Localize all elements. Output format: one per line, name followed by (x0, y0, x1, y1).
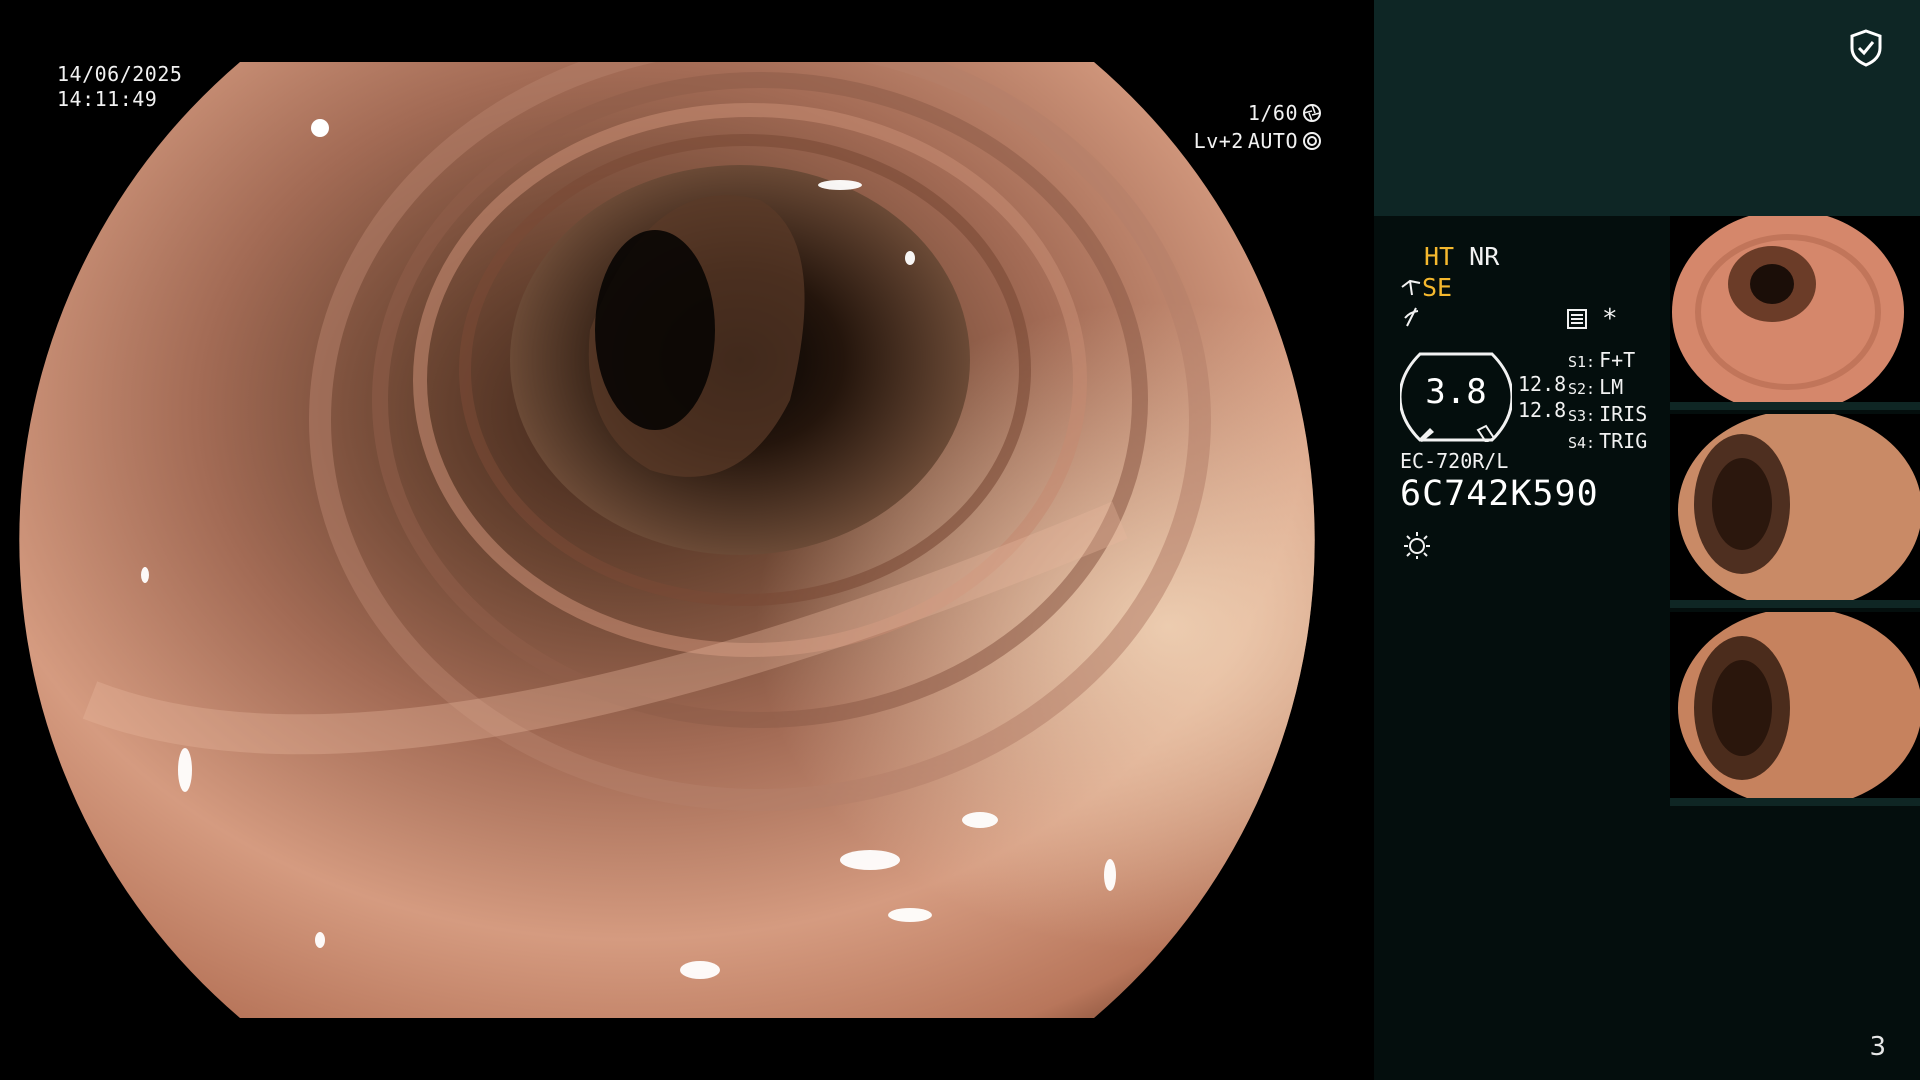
time-text: 14:11:49 (57, 87, 158, 111)
nr-label: NR (1469, 242, 1500, 271)
datetime-readout: 14/06/2025 14:11:49 (57, 62, 182, 112)
status-side-panel: HT NR SE * 3.8 12.8 12.8 S1: F+T S2: LM S3… (1374, 0, 1920, 1080)
thumbnail-3[interactable] (1670, 612, 1920, 806)
endoscope-view: 14/06/2025 14:11:49 1/60 Lv+2 AUTO (0, 0, 1374, 1080)
shutter-text: 1/60 (1247, 100, 1298, 125)
shutter-icon (1303, 104, 1321, 122)
endoscopic-image (19, 62, 1315, 1018)
exposure-readout: 1/60 Lv+2 AUTO (1102, 99, 1322, 155)
switch-row: S3: IRIS (1568, 402, 1648, 426)
scope-model: EC-720R/L (1400, 449, 1509, 473)
mode-se: SE (1400, 273, 1452, 303)
thumbnail-1[interactable] (1670, 216, 1920, 410)
date-text: 14/06/2025 (57, 62, 183, 86)
panel-header (1374, 0, 1920, 216)
ratio-value: 3.8 (1425, 372, 1487, 412)
ratio-2: 12.8 (1518, 398, 1567, 422)
scope-serial: 6C742K590 (1400, 474, 1599, 514)
enhance-icon (1401, 279, 1421, 296)
ht-label: HT (1424, 242, 1455, 271)
switch-row: S4: TRIG (1568, 429, 1648, 453)
iris-icon (1303, 132, 1321, 150)
ratio-1: 12.8 (1518, 372, 1567, 396)
switch-row: S1: F+T (1568, 348, 1636, 372)
settings-list-icon (1567, 309, 1587, 329)
filter-icon (1404, 307, 1419, 327)
level-text: Lv+2 (1193, 128, 1244, 153)
light-icon (1404, 532, 1430, 559)
switch-row: S2: LM (1568, 375, 1624, 399)
iris-text: AUTO (1247, 128, 1298, 153)
thumbnail-count: 3 (1869, 1032, 1886, 1062)
thumbnail-2[interactable] (1670, 414, 1920, 608)
asterisk-icon: * (1602, 304, 1618, 334)
shield-check-icon (1850, 29, 1882, 67)
se-label: SE (1422, 273, 1453, 302)
scope-switches: S1: F+T S2: LM S3: IRIS S4: TRIG (1568, 348, 1647, 456)
mode-ht-nr: HT NR (1424, 242, 1499, 272)
